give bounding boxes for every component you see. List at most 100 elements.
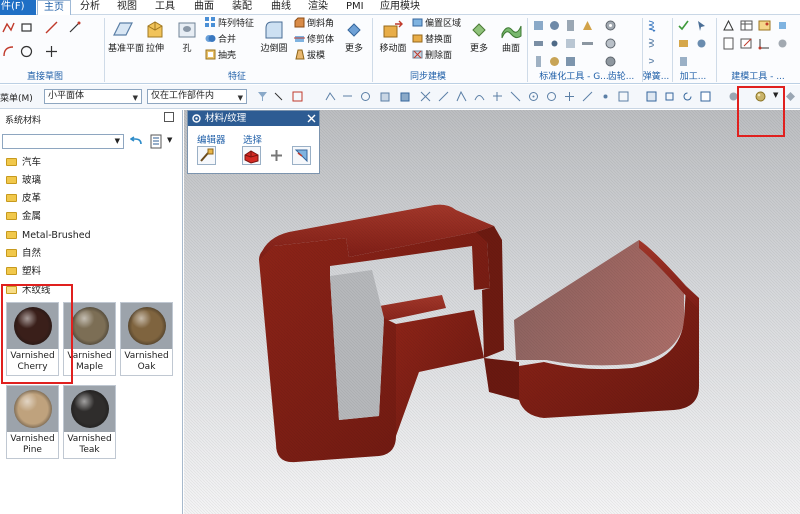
tab-render[interactable]: 渲染	[308, 0, 328, 15]
surface-button[interactable]: 曲面	[497, 18, 525, 68]
back-arrow-icon[interactable]	[130, 136, 143, 147]
line-icon[interactable]	[45, 21, 58, 34]
fit-icon[interactable]	[664, 91, 675, 102]
tab-curve[interactable]: 曲线	[271, 0, 291, 15]
tool-icon[interactable]	[677, 55, 690, 68]
folder-item[interactable]: 玻璃	[6, 173, 41, 189]
folder-item[interactable]: 汽车	[6, 155, 41, 171]
tab-tools[interactable]: 工具	[155, 0, 175, 15]
point-snap-icon[interactable]	[438, 91, 449, 102]
chamfer-button[interactable]: 倒斜角	[294, 17, 334, 32]
tab-surface[interactable]: 曲面	[194, 0, 214, 15]
tab-analysis[interactable]: 分析	[80, 0, 100, 15]
edit-icon[interactable]	[740, 37, 753, 50]
unite-button[interactable]: 合并	[205, 33, 236, 48]
part-icon[interactable]	[532, 55, 545, 68]
more-sync-button[interactable]: 更多	[465, 18, 493, 68]
folder-item[interactable]: 塑料	[6, 264, 41, 280]
datum-plane-button[interactable]: 基准平面	[108, 18, 144, 68]
settings-gear-icon[interactable]	[191, 113, 202, 124]
add-button[interactable]	[267, 146, 286, 165]
gear-icon[interactable]	[776, 37, 789, 50]
shape-icon[interactable]	[776, 19, 789, 32]
point-on-curve-icon[interactable]	[600, 91, 611, 102]
circle-icon[interactable]	[20, 45, 33, 58]
inherit-material-button[interactable]	[292, 146, 311, 165]
tool-icon[interactable]	[695, 37, 708, 50]
intersection-snap-icon[interactable]	[564, 91, 575, 102]
point-snap-icon[interactable]	[456, 91, 467, 102]
hole-button[interactable]: 孔	[172, 18, 202, 68]
arrow-icon[interactable]	[273, 91, 284, 102]
extrude-button[interactable]: 拉伸	[140, 18, 170, 68]
folder-item[interactable]: 金属	[6, 209, 41, 225]
tab-home[interactable]: 主页	[37, 0, 71, 15]
cursor-icon[interactable]	[695, 19, 708, 32]
pattern-feature-button[interactable]: 阵列特征	[205, 17, 254, 32]
part-icon[interactable]	[548, 37, 561, 50]
filter-icon[interactable]	[257, 91, 268, 102]
folder-item[interactable]: 自然	[6, 246, 41, 262]
tab-pmi[interactable]: PMI	[346, 0, 364, 15]
close-icon[interactable]	[307, 114, 316, 123]
maximize-icon[interactable]	[164, 112, 174, 122]
center-snap-icon[interactable]	[528, 91, 539, 102]
refresh-icon[interactable]	[682, 91, 693, 102]
list-view-icon[interactable]	[150, 134, 163, 149]
quadrant-snap-icon[interactable]	[546, 91, 557, 102]
file-menu[interactable]: 件(F)	[0, 0, 36, 15]
triangle-icon[interactable]	[722, 19, 735, 32]
point-snap-icon[interactable]	[420, 91, 431, 102]
tab-view[interactable]: 视图	[117, 0, 137, 15]
type-filter-dropdown[interactable]: 小平面体 ▼	[44, 89, 142, 104]
arc-icon[interactable]	[2, 45, 15, 58]
render-style-icon[interactable]	[700, 91, 711, 102]
table-icon[interactable]	[740, 19, 753, 32]
curve-snap-icon[interactable]	[492, 91, 503, 102]
check-icon[interactable]	[677, 19, 690, 32]
shell-button[interactable]: 抽壳	[205, 49, 236, 64]
point-on-face-icon[interactable]	[618, 91, 629, 102]
curve-snap-icon[interactable]	[510, 91, 521, 102]
folder-item[interactable]: Metal-Brushed	[6, 228, 91, 244]
snap-icon[interactable]	[325, 91, 336, 102]
plus-point-icon[interactable]	[45, 45, 58, 58]
part-icon[interactable]	[532, 37, 545, 50]
part-icon[interactable]	[581, 37, 594, 50]
part-icon[interactable]	[564, 37, 577, 50]
curve-snap-icon[interactable]	[474, 91, 485, 102]
material-swatch-teak[interactable]: Varnished Teak	[63, 385, 116, 459]
gear-icon[interactable]	[604, 55, 617, 68]
delete-face-button[interactable]: 删除面	[412, 49, 452, 64]
sheet-icon[interactable]	[722, 37, 735, 50]
part-icon[interactable]	[564, 55, 577, 68]
gear-icon[interactable]	[604, 37, 617, 50]
profile-icon[interactable]	[2, 21, 15, 34]
cube-icon[interactable]	[380, 91, 391, 102]
view-icon[interactable]	[646, 91, 657, 102]
chevron-down-icon[interactable]: ▼	[167, 136, 172, 144]
material-swatch-oak[interactable]: Varnished Oak	[120, 302, 173, 376]
trim-body-button[interactable]: 修剪体	[294, 33, 334, 48]
tab-application[interactable]: 应用模块	[380, 0, 420, 15]
point-icon[interactable]	[68, 21, 81, 34]
material-editor-button[interactable]	[197, 146, 216, 165]
folder-item[interactable]: 皮革	[6, 191, 41, 207]
tab-assembly[interactable]: 装配	[232, 0, 252, 15]
part-icon[interactable]	[548, 55, 561, 68]
material-swatch-pine[interactable]: Varnished Pine	[6, 385, 59, 459]
select-box-icon[interactable]	[292, 91, 303, 102]
gear-icon[interactable]	[604, 19, 617, 32]
image-icon[interactable]	[758, 19, 771, 32]
snap-icon[interactable]	[342, 91, 353, 102]
offset-region-button[interactable]: 偏置区域	[412, 17, 461, 32]
replace-face-button[interactable]: 替换面	[412, 33, 452, 48]
line-snap-icon[interactable]	[582, 91, 593, 102]
draft-button[interactable]: 拔模	[294, 49, 325, 64]
tool-icon[interactable]	[677, 37, 690, 50]
spring-icon[interactable]	[647, 55, 660, 68]
coordinate-icon[interactable]	[758, 37, 771, 50]
part-icon[interactable]	[564, 19, 577, 32]
edge-blend-button[interactable]: 边倒圆	[259, 18, 289, 68]
move-face-button[interactable]: 移动面	[378, 18, 408, 68]
